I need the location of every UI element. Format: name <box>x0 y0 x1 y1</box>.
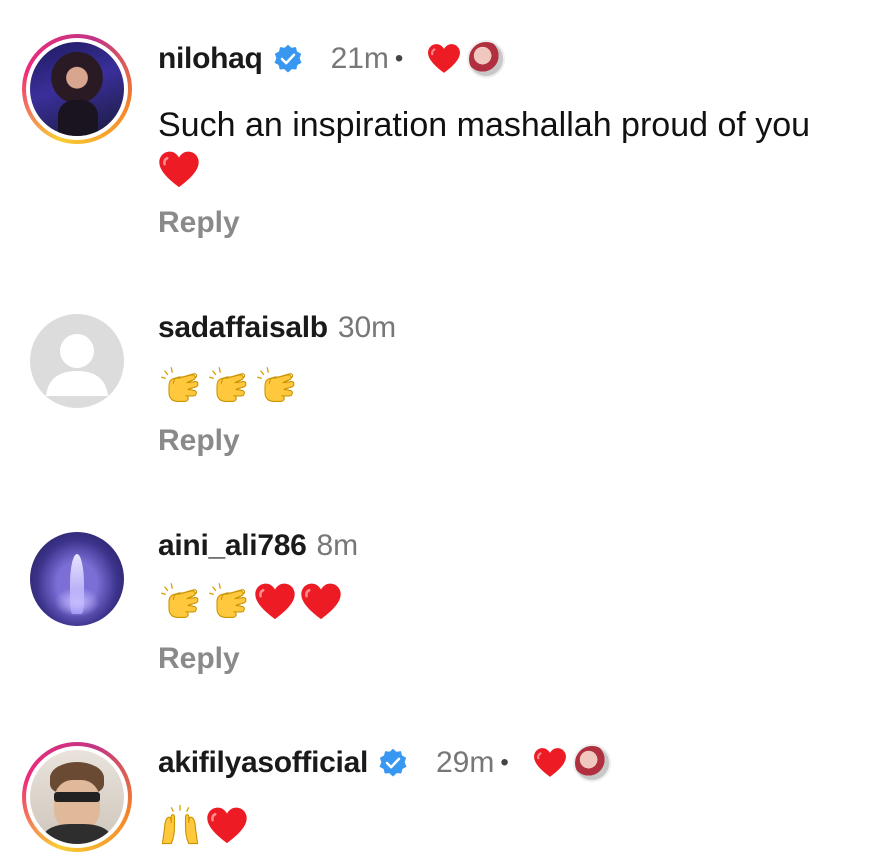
separator-dot: • <box>500 749 509 776</box>
avatar <box>30 750 124 844</box>
verified-badge-icon <box>378 748 408 778</box>
comment-header: akifilyasofficial 29m • <box>158 744 611 782</box>
heart-icon <box>206 806 248 846</box>
avatar-story-ring[interactable] <box>22 742 132 852</box>
comment-item: akifilyasofficial 29m • <box>0 0 879 865</box>
author-liked-heart-icon <box>533 746 567 780</box>
username-link[interactable]: akifilyasofficial <box>158 745 368 781</box>
raising-hands-icon <box>158 804 202 848</box>
author-mini-avatar <box>572 744 611 782</box>
comment-emoji-row <box>158 804 248 848</box>
comment-time: 29m <box>436 746 495 779</box>
